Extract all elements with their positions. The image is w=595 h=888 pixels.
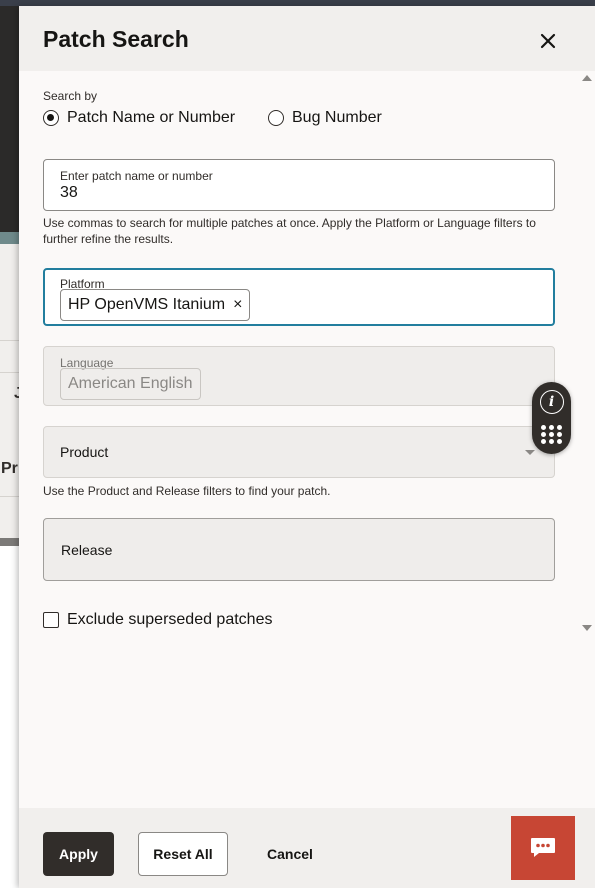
- background-dark-panel: [0, 6, 20, 232]
- background-divider: [0, 372, 20, 373]
- apply-button[interactable]: Apply: [43, 832, 114, 876]
- drawer-title: Patch Search: [43, 26, 189, 52]
- patch-field-label: Enter patch name or number: [60, 169, 213, 183]
- scroll-up-arrow[interactable]: [582, 75, 592, 81]
- apps-grid-icon[interactable]: [540, 422, 564, 446]
- checkbox-label: Exclude superseded patches: [67, 611, 273, 628]
- chat-icon: [531, 838, 555, 857]
- close-button[interactable]: [531, 24, 565, 58]
- release-select[interactable]: Release: [43, 518, 555, 581]
- language-select: Language American English: [43, 346, 555, 406]
- patch-name-input[interactable]: Enter patch name or number 38: [43, 159, 555, 211]
- platform-select[interactable]: Platform HP OpenVMS Itanium ×: [43, 268, 555, 326]
- platform-chip: HP OpenVMS Itanium ×: [60, 289, 251, 321]
- chat-button[interactable]: [511, 816, 575, 880]
- cancel-button[interactable]: Cancel: [255, 832, 325, 876]
- scroll-down-arrow[interactable]: [582, 625, 592, 631]
- info-icon[interactable]: i: [539, 390, 564, 414]
- background-accent-strip: [0, 232, 20, 244]
- close-icon: [540, 33, 556, 49]
- background-divider: [0, 496, 20, 497]
- radio-bug-number[interactable]: Bug Number: [268, 109, 382, 127]
- chip-remove-icon[interactable]: ×: [233, 296, 242, 314]
- floating-help-widget: i: [532, 382, 571, 454]
- platform-chip-label: HP OpenVMS Itanium: [68, 296, 226, 313]
- background-text-mid: Pr: [1, 460, 18, 477]
- background-divider: [0, 340, 20, 341]
- drawer-header: Patch Search: [19, 6, 595, 71]
- patch-search-drawer: Patch Search Search by Patch Name or Num…: [19, 6, 595, 888]
- product-field-help: Use the Product and Release filters to f…: [43, 484, 331, 498]
- radio-label: Patch Name or Number: [67, 109, 236, 126]
- radio-label: Bug Number: [292, 109, 382, 126]
- radio-patch-name-or-number[interactable]: Patch Name or Number: [43, 109, 235, 127]
- drawer-footer: Apply Reset All Cancel: [19, 808, 595, 888]
- radio-indicator: [268, 110, 284, 126]
- product-select[interactable]: Product: [43, 426, 555, 478]
- checkbox-box[interactable]: [43, 612, 59, 628]
- patch-field-help: Use commas to search for multiple patche…: [43, 216, 536, 246]
- patch-field-value[interactable]: 38: [60, 184, 78, 202]
- chevron-down-icon: [525, 450, 535, 455]
- product-field-label: Product: [60, 444, 109, 460]
- radio-indicator-checked: [43, 110, 59, 126]
- release-field-label: Release: [61, 542, 113, 558]
- language-chip: American English: [60, 368, 201, 400]
- exclude-superseded-checkbox[interactable]: Exclude superseded patches: [43, 611, 272, 629]
- search-by-label: Search by: [43, 89, 98, 103]
- reset-all-button[interactable]: Reset All: [138, 832, 228, 876]
- background-scrollbar: [0, 538, 20, 546]
